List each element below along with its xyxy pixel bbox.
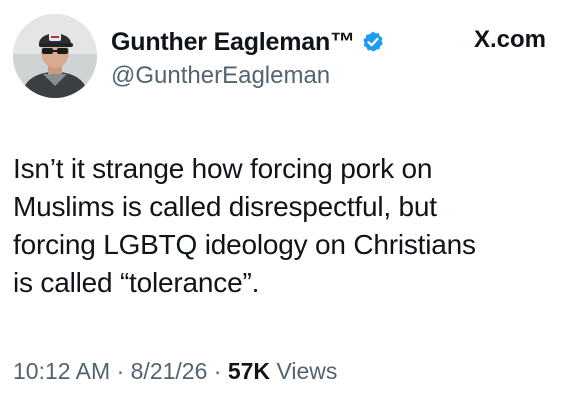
tweet-card: Gunther Eagleman™ @GuntherEagleman X.com…: [0, 0, 568, 403]
tweet-text-line: Muslims is called disrespectful, but: [13, 191, 437, 222]
tweet-meta: 10:12 AM · 8/21/26 · 57K Views: [13, 358, 337, 385]
avatar[interactable]: [13, 14, 97, 98]
meta-separator: ·: [213, 358, 222, 384]
verified-badge-icon: [361, 30, 385, 54]
profile-photo-icon: [13, 14, 97, 98]
tweet-text-line: forcing LGBTQ ideology on Christians: [13, 229, 476, 260]
tweet-date[interactable]: 8/21/26: [131, 358, 208, 384]
author-handle[interactable]: @GuntherEagleman: [111, 62, 330, 90]
tweet-text-line: Isn’t it strange how forcing pork on: [13, 153, 433, 184]
views-label: Views: [276, 358, 338, 384]
tweet-text-line: is called “tolerance”.: [13, 267, 260, 298]
author-name-row: Gunther Eagleman™: [111, 24, 385, 60]
display-name[interactable]: Gunther Eagleman™: [111, 28, 355, 57]
meta-separator: ·: [116, 358, 125, 384]
views-count[interactable]: 57K: [228, 358, 270, 384]
source-label: X.com: [473, 26, 546, 53]
tweet-time[interactable]: 10:12 AM: [13, 358, 110, 384]
tweet-text: Isn’t it strange how forcing pork on Mus…: [13, 150, 558, 302]
